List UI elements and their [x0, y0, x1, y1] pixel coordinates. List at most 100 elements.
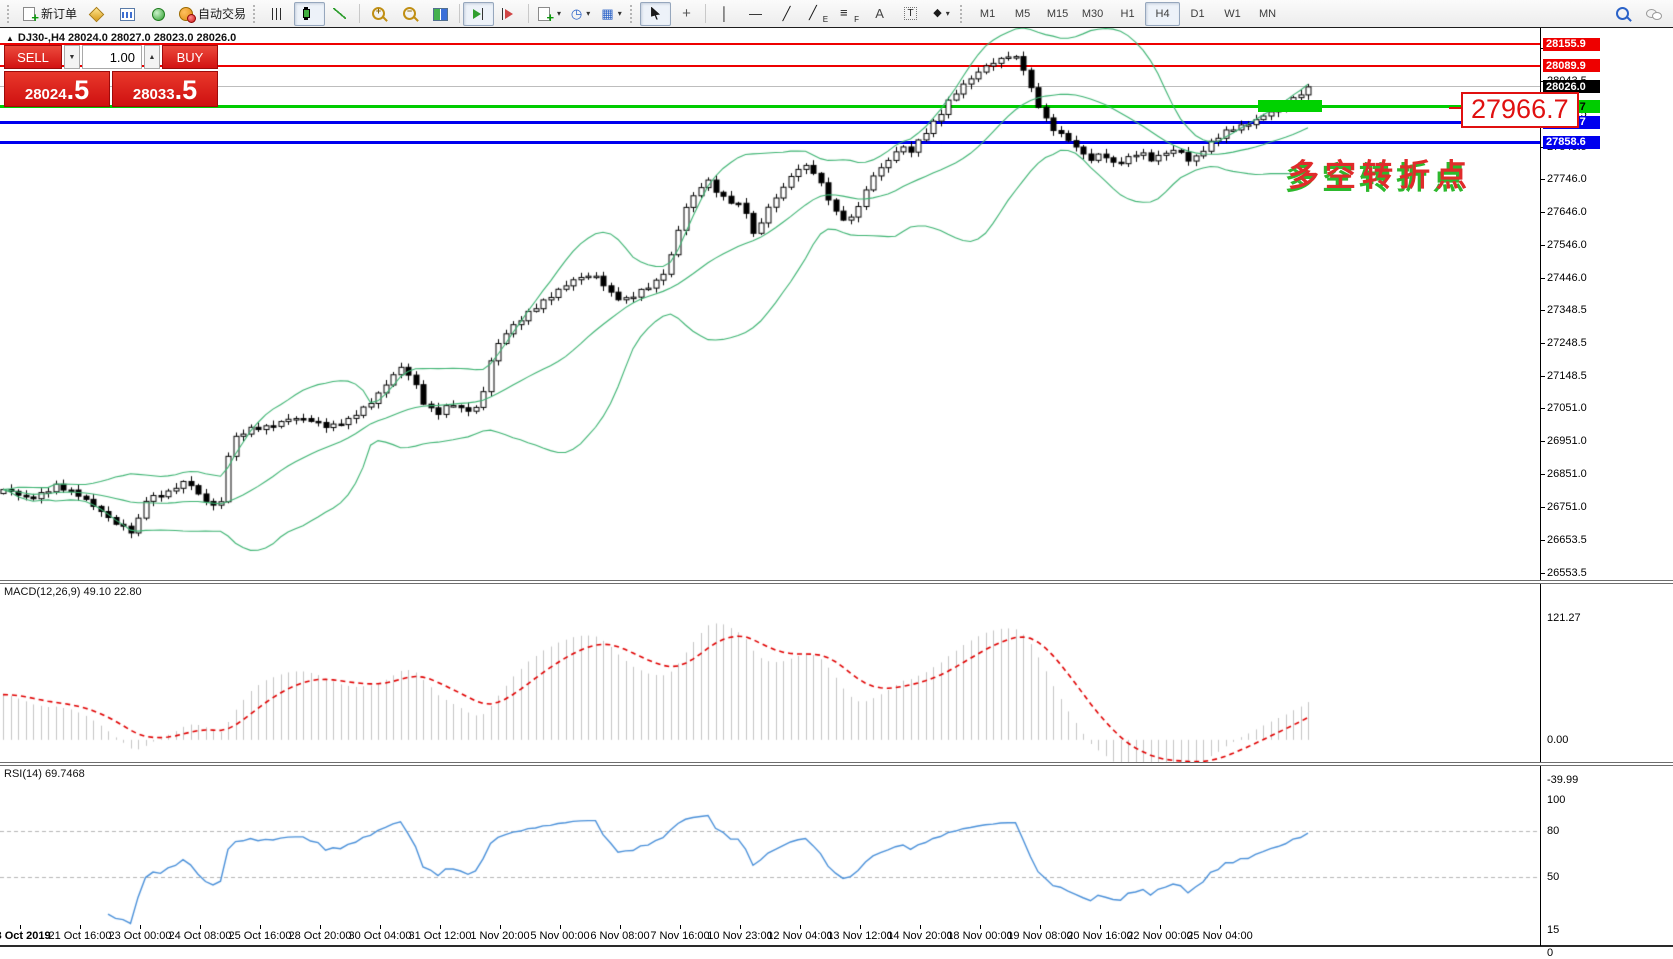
time-tick-mark — [380, 925, 381, 929]
cursor-tool-button[interactable] — [640, 2, 671, 26]
timeframe-button-m5[interactable]: M5 — [1005, 2, 1040, 26]
trendline-tool-button[interactable]: ╱ — [771, 2, 802, 26]
new-order-button[interactable]: 新订单 — [17, 2, 81, 26]
timeframe-button-mn[interactable]: MN — [1250, 2, 1285, 26]
timeframe-button-h1[interactable]: H1 — [1110, 2, 1145, 26]
time-tick-mark — [1220, 925, 1221, 929]
horizontal-line-tool-button[interactable]: — — [740, 2, 771, 26]
timeframe-button-h4[interactable]: H4 — [1145, 2, 1180, 26]
sell-button[interactable]: SELL — [4, 45, 62, 69]
buy-button[interactable]: BUY — [162, 45, 218, 69]
rsi-indicator-pane[interactable] — [0, 766, 1540, 925]
text-label-icon: T — [904, 7, 916, 20]
time-tick-label: 19 Nov 08:00 — [1007, 930, 1072, 942]
price-tick-label: 27546.0 — [1547, 239, 1587, 251]
price-tick-label: 26553.5 — [1547, 567, 1587, 579]
time-tick-label: 14 Nov 20:00 — [887, 930, 952, 942]
toolbar-grip — [960, 5, 967, 23]
timeframe-button-m1[interactable]: M1 — [970, 2, 1005, 26]
time-tick-label: 31 Oct 12:00 — [409, 930, 472, 942]
timeframe-button-m15[interactable]: M15 — [1040, 2, 1075, 26]
zoom-in-button[interactable]: + — [363, 2, 394, 26]
crosshair-icon: + — [682, 6, 691, 21]
new-order-icon — [21, 6, 38, 22]
timeframe-button-d1[interactable]: D1 — [1180, 2, 1215, 26]
auto-scroll-button[interactable] — [463, 2, 494, 26]
macd-tick-label: -39.99 — [1547, 774, 1578, 786]
pane-separator[interactable] — [0, 762, 1673, 766]
time-tick-mark — [620, 925, 621, 929]
vertical-line-tool-button[interactable]: │ — [709, 2, 740, 26]
tile-windows-icon — [432, 6, 449, 22]
time-tick-mark — [320, 925, 321, 929]
search-button[interactable] — [1607, 2, 1638, 26]
main-toolbar: 新订单 自动交易 + − ▾ ◷▾ ▦▾ + │ — ╱ ╱E ≡F A T ◆… — [0, 0, 1673, 27]
indicators-button[interactable]: ▾ — [532, 2, 565, 26]
toolbar-grip — [7, 5, 14, 23]
time-tick-label: 30 Oct 04:00 — [349, 930, 412, 942]
chart-title: ▲DJ30-,H4 28024.0 28027.0 28023.0 28026.… — [6, 32, 236, 44]
time-tick-label: 28 Oct 20:00 — [289, 930, 352, 942]
text-tool-icon: A — [875, 7, 884, 20]
volume-input[interactable]: 1.00 — [82, 45, 142, 69]
bar-chart-mode-button[interactable] — [263, 2, 294, 26]
time-tick-label: 12 Nov 04:00 — [767, 930, 832, 942]
time-tick-label: 18 Oct 2019 — [0, 930, 51, 942]
chat-button[interactable] — [1638, 2, 1669, 26]
chart-shift-button[interactable] — [494, 2, 525, 26]
buy-price: 28033 — [133, 86, 175, 103]
autotrading-button[interactable]: 自动交易 — [174, 2, 250, 26]
cursor-icon — [647, 6, 664, 22]
price-badge-27858.6: 27858.6 — [1543, 136, 1600, 149]
text-tool-button[interactable]: A — [864, 2, 895, 26]
profiles-button[interactable] — [112, 2, 143, 26]
price-tick-label: 27446.0 — [1547, 272, 1587, 284]
vertical-line-icon: │ — [720, 7, 728, 20]
one-click-trading-panel: SELL ▼ 1.00 ▲ BUY 28024 .5 28033 .5 — [4, 45, 220, 109]
macd-tick-label: 0.00 — [1547, 734, 1568, 746]
channel-tool-button[interactable]: ╱E — [802, 2, 833, 26]
zoom-out-button[interactable]: − — [394, 2, 425, 26]
timeframe-button-w1[interactable]: W1 — [1215, 2, 1250, 26]
crosshair-tool-button[interactable]: + — [671, 2, 702, 26]
sell-price-box[interactable]: 28024 .5 — [4, 71, 110, 107]
volume-down-button[interactable]: ▼ — [64, 45, 80, 69]
price-callout-box[interactable]: 27966.7 — [1461, 92, 1579, 128]
pane-separator[interactable] — [0, 580, 1673, 584]
macd-indicator-pane[interactable] — [0, 584, 1540, 762]
time-tick-mark — [80, 925, 81, 929]
time-tick-label: 18 Nov 00:00 — [947, 930, 1012, 942]
periods-button[interactable]: ◷▾ — [565, 2, 596, 26]
time-tick-mark — [500, 925, 501, 929]
time-tick-mark — [920, 925, 921, 929]
buy-price-box[interactable]: 28033 .5 — [112, 71, 218, 107]
collapse-panel-arrow-icon[interactable]: ▲ — [6, 34, 14, 43]
price-tick-label: 27148.5 — [1547, 370, 1587, 382]
volume-up-button[interactable]: ▲ — [144, 45, 160, 69]
line-chart-mode-button[interactable] — [325, 2, 356, 26]
chinese-annotation[interactable]: 多空转折点 — [1288, 150, 1473, 195]
timeframe-button-m30[interactable]: M30 — [1075, 2, 1110, 26]
rsi-tick-label: 15 — [1547, 924, 1559, 936]
zoom-out-icon: − — [403, 7, 416, 20]
chart-profile-icon — [119, 6, 136, 22]
dropdown-arrow-icon: ▾ — [557, 9, 561, 18]
toolbar-separator — [528, 4, 529, 23]
chart-shift-icon — [501, 6, 518, 22]
new-order-label: 新订单 — [41, 5, 77, 22]
templates-button[interactable]: ▦▾ — [596, 2, 627, 26]
arrows-tool-button[interactable]: ◆▾ — [926, 2, 957, 26]
time-tick-label: 20 Nov 16:00 — [1067, 930, 1132, 942]
buy-price-fraction: .5 — [175, 78, 198, 103]
signals-button[interactable] — [143, 2, 174, 26]
tile-windows-button[interactable] — [425, 2, 456, 26]
window-bottom-border — [0, 945, 1673, 947]
fibonacci-tool-button[interactable]: ≡F — [833, 2, 864, 26]
new-chart-button[interactable] — [81, 2, 112, 26]
toolbar-separator — [705, 4, 706, 23]
highlight-zone-rectangle[interactable] — [1258, 100, 1322, 112]
time-tick-label: 25 Nov 04:00 — [1187, 930, 1252, 942]
trendline-icon: ╱ — [783, 7, 791, 20]
candlestick-mode-button[interactable] — [294, 2, 325, 26]
text-label-tool-button[interactable]: T — [895, 2, 926, 26]
